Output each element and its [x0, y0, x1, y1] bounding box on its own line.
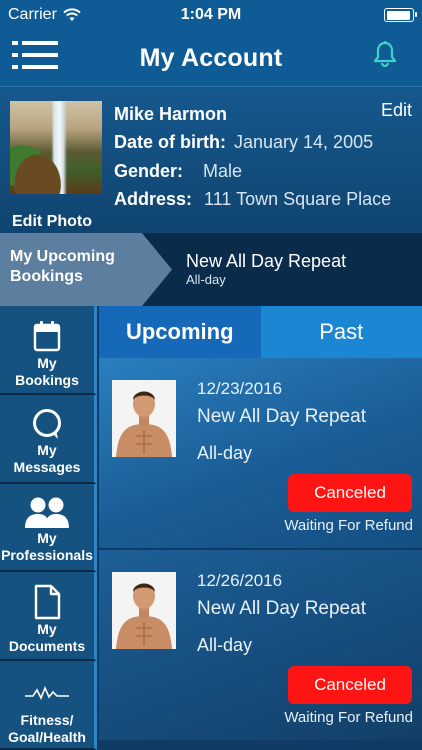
- tab-past[interactable]: Past: [260, 306, 422, 358]
- heartbeat-icon: [25, 685, 69, 700]
- carrier-label: Carrier: [8, 6, 57, 23]
- profile-name: Mike Harmon: [114, 104, 228, 124]
- app-header: My Account: [0, 30, 422, 86]
- status-left: Carrier: [8, 6, 81, 24]
- nav-item-professionals[interactable]: My Professionals: [0, 484, 97, 572]
- booking-title: New All Day Repeat: [197, 598, 366, 619]
- battery-level: [386, 10, 411, 20]
- professional-photo: [112, 380, 176, 457]
- nav-bookings-line1: My: [37, 355, 57, 371]
- gender-value: Male: [203, 161, 243, 181]
- canceled-status-button[interactable]: Canceled: [288, 666, 412, 704]
- dob-row: Date of birth: January 14, 2005: [114, 132, 373, 153]
- nav-item-documents[interactable]: My Documents: [0, 572, 97, 661]
- address-value: 111 Town Square Place: [204, 189, 392, 209]
- edit-photo-link[interactable]: Edit Photo: [12, 213, 92, 231]
- address-row: Address: 111 Town Square Place: [114, 189, 391, 210]
- nav-professionals-line1: My: [37, 530, 57, 546]
- booking-card[interactable]: 12/26/2016 New All Day Repeat All-day Ca…: [99, 550, 422, 740]
- hamburger-menu-icon[interactable]: [12, 40, 58, 70]
- booking-time: All-day: [197, 635, 253, 655]
- gender-row: Gender: Male: [114, 161, 242, 182]
- side-nav: My Bookings My Messages My Professionals…: [0, 306, 97, 750]
- nav-item-bookings[interactable]: My Bookings: [0, 306, 97, 395]
- chat-bubble-icon: [33, 409, 61, 439]
- battery-icon: [384, 8, 417, 22]
- nav-item-fitness[interactable]: Fitness/ Goal/Health: [0, 661, 97, 750]
- nav-documents-line2: Documents: [8, 638, 86, 654]
- upcoming-bookings-tag: My Upcoming Bookings: [0, 233, 172, 306]
- page-title: My Account: [139, 43, 283, 72]
- avatar-illustration: [112, 572, 176, 649]
- document-icon: [34, 584, 61, 620]
- profile-photo[interactable]: [10, 101, 102, 194]
- avatar-illustration: [112, 380, 176, 457]
- bell-icon[interactable]: [372, 40, 398, 68]
- address-label: Address:: [114, 189, 193, 209]
- nav-fitness-line2: Goal/Health: [8, 729, 86, 745]
- professional-photo: [112, 572, 176, 649]
- profile-section: Edit Photo Edit Mike Harmon Date of birt…: [0, 86, 422, 233]
- upcoming-tag-line2: Bookings: [10, 268, 83, 285]
- booking-date: 12/23/2016: [197, 379, 283, 398]
- nav-professionals-line2: Professionals: [1, 547, 93, 563]
- nav-messages-line2: Messages: [13, 459, 81, 475]
- upcoming-tag-line1: My Upcoming: [10, 248, 115, 265]
- people-icon: [25, 497, 69, 528]
- upcoming-booking-time: All-day: [186, 272, 226, 287]
- refund-status-text: Waiting For Refund: [284, 517, 413, 534]
- nav-fitness-line1: Fitness/: [20, 712, 74, 728]
- tab-upcoming[interactable]: Upcoming: [99, 306, 261, 358]
- dob-value: January 14, 2005: [234, 132, 374, 152]
- booking-tabs: Upcoming Past: [99, 306, 422, 358]
- booking-title: New All Day Repeat: [197, 406, 366, 427]
- nav-bookings-line2: Bookings: [15, 372, 79, 388]
- edit-profile-link[interactable]: Edit: [381, 100, 412, 121]
- nav-messages-line1: My: [37, 442, 57, 458]
- booking-time: All-day: [197, 443, 253, 463]
- canceled-status-button[interactable]: Canceled: [288, 474, 412, 512]
- nav-documents-line1: My: [37, 621, 57, 637]
- gender-label: Gender:: [114, 161, 184, 181]
- booking-date: 12/26/2016: [197, 571, 283, 590]
- status-bar: Carrier 1:04 PM: [0, 0, 422, 30]
- wifi-icon: [63, 8, 81, 21]
- upcoming-booking-title: New All Day Repeat: [186, 251, 347, 271]
- dob-label: Date of birth:: [114, 132, 226, 152]
- refund-status-text: Waiting For Refund: [284, 709, 413, 726]
- upcoming-bookings-strip[interactable]: My Upcoming Bookings New All Day Repeat …: [0, 233, 422, 306]
- calendar-icon: [33, 321, 61, 352]
- profile-name-row: Mike Harmon: [114, 104, 227, 125]
- nav-item-messages[interactable]: My Messages: [0, 395, 97, 484]
- booking-card[interactable]: 12/23/2016 New All Day Repeat All-day Ca…: [99, 358, 422, 548]
